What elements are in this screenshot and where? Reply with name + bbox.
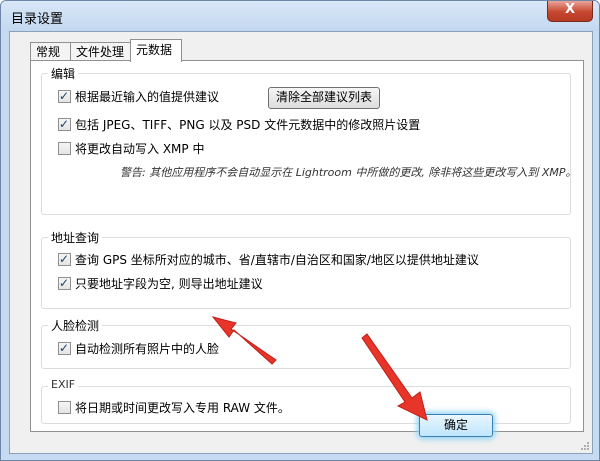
raw-write-option[interactable]: 将日期或时间更改写入专用 RAW 文件。: [58, 400, 290, 416]
auto-xmp-option[interactable]: 将更改自动写入 XMP 中: [58, 141, 204, 157]
gps-lookup-option[interactable]: 查询 GPS 坐标所对应的城市、省/直辖市/自治区和国家/地区以提供地址建议: [58, 251, 479, 268]
face-detect-checkbox[interactable]: [58, 340, 71, 356]
raw-write-label: 将日期或时间更改写入专用 RAW 文件。: [75, 401, 290, 415]
suggest-label: 根据最近输入的值提供建议: [75, 90, 220, 104]
address-group: 地址查询 查询 GPS 坐标所对应的城市、省/直辖市/自治区和国家/地区以提供地…: [41, 229, 571, 309]
gps-lookup-checkbox[interactable]: [58, 251, 71, 267]
gps-lookup-label: 查询 GPS 坐标所对应的城市、省/直辖市/自治区和国家/地区以提供地址建议: [75, 253, 479, 267]
close-button[interactable]: X: [547, 1, 593, 22]
tab-file-handling[interactable]: 文件处理: [70, 42, 132, 61]
include-develop-label: 包括 JPEG、TIFF、PNG 以及 PSD 文件元数据中的修改照片设置: [75, 118, 421, 132]
auto-xmp-checkbox[interactable]: [58, 142, 71, 155]
address-legend: 地址查询: [48, 229, 103, 246]
editing-legend: 编辑: [48, 65, 79, 82]
dialog-body: 常规 文件处理 元数据 编辑 根据最近输入的值提供建议 清除全部建议列表 包括 …: [9, 31, 593, 454]
raw-write-checkbox[interactable]: [58, 401, 71, 414]
clear-suggestions-button[interactable]: 清除全部建议列表: [268, 87, 381, 109]
auto-xmp-label: 将更改自动写入 XMP 中: [75, 142, 205, 156]
dialog-window: 目录设置 X 常规 文件处理 元数据 编辑 根据最近输入的值提供建议 清除全部建…: [0, 0, 600, 461]
include-develop-option[interactable]: 包括 JPEG、TIFF、PNG 以及 PSD 文件元数据中的修改照片设置: [58, 116, 421, 133]
export-address-option[interactable]: 只要地址字段为空, 则导出地址建议: [58, 275, 263, 292]
editing-group: 编辑 根据最近输入的值提供建议 清除全部建议列表 包括 JPEG、TIFF、PN…: [41, 65, 577, 215]
window-title: 目录设置: [11, 12, 64, 27]
face-detection-legend: 人脸检测: [48, 317, 103, 334]
xmp-warning-text: 警告: 其他应用程序不会自动显示在 Lightroom 中所做的更改, 除非将这…: [120, 166, 577, 179]
resize-grip[interactable]: [580, 441, 590, 451]
metadata-panel: 编辑 根据最近输入的值提供建议 清除全部建议列表 包括 JPEG、TIFF、PN…: [30, 60, 584, 432]
tab-general[interactable]: 常规: [30, 42, 72, 61]
export-address-checkbox[interactable]: [58, 275, 71, 291]
suggest-option[interactable]: 根据最近输入的值提供建议: [58, 88, 220, 105]
face-detection-group: 人脸检测 自动检测所有照片中的人脸: [41, 317, 571, 369]
tab-metadata[interactable]: 元数据: [130, 39, 182, 62]
suggest-checkbox[interactable]: [58, 88, 71, 104]
face-detect-option[interactable]: 自动检测所有照片中的人脸: [58, 340, 220, 357]
face-detect-label: 自动检测所有照片中的人脸: [75, 342, 220, 356]
ok-button[interactable]: 确定: [419, 414, 493, 437]
exif-legend: EXIF: [48, 378, 79, 391]
export-address-label: 只要地址字段为空, 则导出地址建议: [75, 277, 263, 291]
title-bar[interactable]: 目录设置 X: [1, 1, 599, 31]
include-develop-checkbox[interactable]: [58, 116, 71, 132]
